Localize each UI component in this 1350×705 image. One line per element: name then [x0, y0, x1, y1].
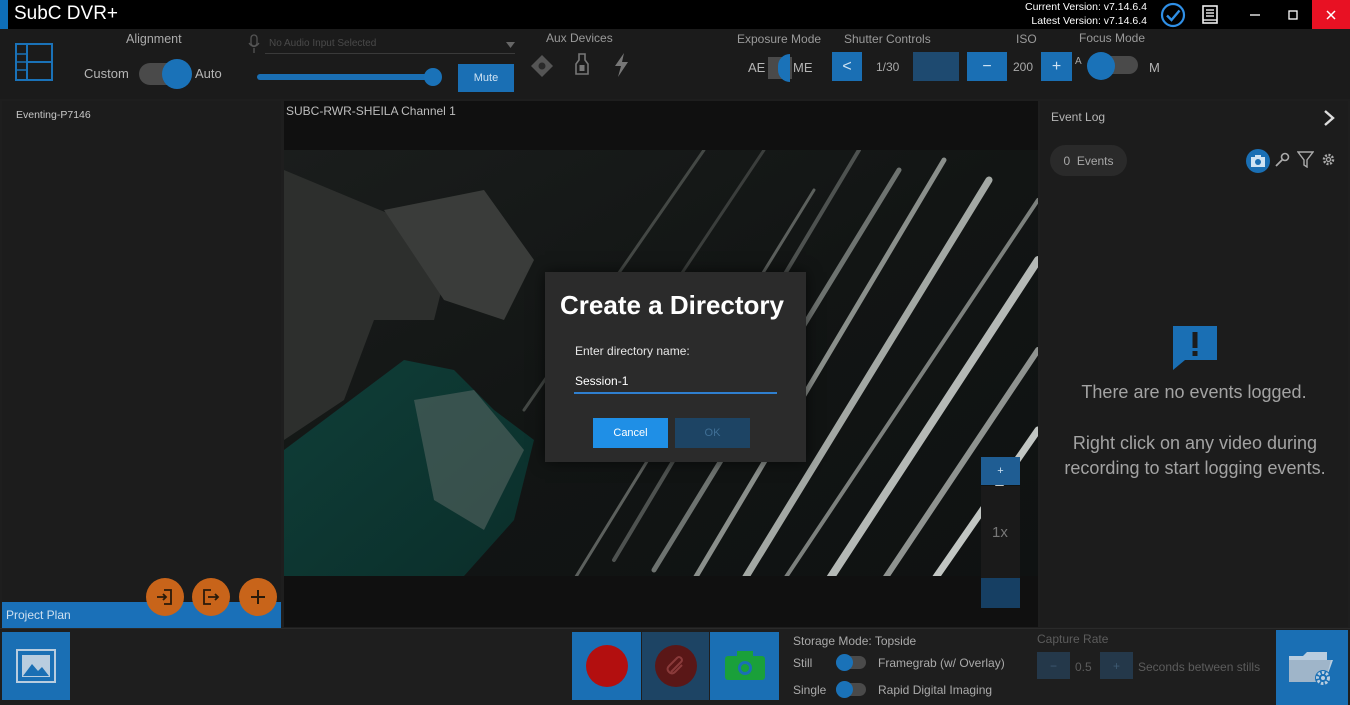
- chevron-right-icon[interactable]: [1322, 110, 1336, 126]
- import-button[interactable]: [146, 578, 184, 616]
- audio-input-placeholder: No Audio Input Selected: [269, 38, 377, 49]
- focus-m-label: M: [1149, 60, 1160, 75]
- search-key-icon[interactable]: [1274, 152, 1290, 168]
- dialog-prompt: Enter directory name:: [575, 344, 690, 358]
- project-plan-label: Project Plan: [6, 608, 71, 622]
- project-panel: [2, 101, 281, 627]
- app-title: SubC DVR+: [14, 3, 119, 24]
- directory-name-input[interactable]: [574, 369, 777, 394]
- no-events-title: There are no events logged.: [1081, 382, 1307, 402]
- single-label: Single: [793, 683, 827, 697]
- iso-minus-button[interactable]: −: [967, 52, 1007, 81]
- layout-panel-icon[interactable]: [14, 42, 54, 82]
- aux-device-diamond-icon[interactable]: [530, 54, 554, 78]
- title-bar: [0, 0, 1350, 29]
- aux-device-flash-icon[interactable]: [612, 52, 630, 78]
- add-button[interactable]: [239, 578, 277, 616]
- events-count-badge: 0 Events: [1050, 145, 1127, 176]
- capture-rate-minus[interactable]: −: [1037, 652, 1070, 679]
- iso-label: ISO: [1016, 32, 1037, 46]
- volume-slider[interactable]: [257, 74, 437, 80]
- exposure-mode-label: Exposure Mode: [737, 32, 822, 46]
- audio-input-select[interactable]: No Audio Input Selected: [265, 36, 515, 54]
- attach-button[interactable]: [642, 632, 709, 700]
- event-log-title: Event Log: [1051, 110, 1106, 124]
- filter-icon[interactable]: [1297, 151, 1314, 168]
- capture-still-button[interactable]: [710, 632, 779, 700]
- paperclip-icon: [654, 645, 697, 687]
- exposure-me-label: ME: [793, 60, 813, 75]
- shutter-prev-button[interactable]: <: [832, 52, 862, 81]
- shutter-controls-label: Shutter Controls: [844, 32, 931, 46]
- alert-icon: [1173, 326, 1217, 370]
- cancel-button[interactable]: Cancel: [593, 418, 668, 448]
- capture-rate-plus[interactable]: +: [1100, 652, 1133, 679]
- capture-rate-label: Capture Rate: [1037, 632, 1109, 646]
- dialog-title: Create a Directory: [560, 290, 784, 320]
- export-button[interactable]: [192, 578, 230, 616]
- iso-value: 200: [1013, 60, 1034, 74]
- zoom-level: 1x: [992, 524, 1008, 541]
- capture-rate-unit: Seconds between stills: [1138, 660, 1261, 674]
- storage-mode: Storage Mode: Topside: [793, 634, 917, 648]
- focus-toggle-knob[interactable]: [1087, 52, 1115, 80]
- alignment-custom-label: Custom: [84, 66, 129, 81]
- alignment-toggle-knob[interactable]: [162, 59, 192, 89]
- folder-gear-icon: [1289, 651, 1333, 686]
- no-events-hint: Right click on any video during recordin…: [1064, 433, 1326, 478]
- ok-button[interactable]: OK: [675, 418, 750, 448]
- camera-icon: [724, 651, 765, 680]
- zoom-out-button[interactable]: [981, 578, 1020, 608]
- aux-devices-label: Aux Devices: [546, 31, 613, 45]
- microphone-icon: [248, 34, 260, 54]
- maximize-button[interactable]: [1270, 0, 1316, 29]
- shutter-value: 1/30: [876, 60, 900, 74]
- project-item[interactable]: Eventing-P7146: [16, 109, 91, 121]
- aux-device-lamp-icon[interactable]: [573, 52, 591, 78]
- title-accent: [0, 0, 8, 29]
- alignment-auto-label: Auto: [195, 66, 222, 81]
- record-button[interactable]: [572, 632, 641, 700]
- shutter-next-button[interactable]: [913, 52, 959, 81]
- still-label: Still: [793, 656, 813, 670]
- iso-plus-button[interactable]: +: [1041, 52, 1072, 81]
- toolbar: [0, 29, 1350, 99]
- plus-icon: [251, 590, 265, 604]
- latest-version: Latest Version: v7.14.6.4: [1031, 15, 1147, 27]
- snapshot-filter-button[interactable]: [1246, 149, 1270, 173]
- exposure-ae-label: AE: [748, 60, 766, 75]
- mute-button[interactable]: Mute: [458, 64, 514, 92]
- import-icon: [157, 589, 172, 605]
- image-gallery-icon: [16, 649, 56, 683]
- manual-book-icon[interactable]: [1200, 4, 1220, 26]
- gear-icon[interactable]: [1321, 152, 1336, 167]
- chevron-down-icon: [506, 42, 515, 48]
- zoom-in-button[interactable]: +: [981, 457, 1020, 485]
- rapid-imaging-label: Rapid Digital Imaging: [878, 683, 993, 697]
- framegrab-toggle-knob[interactable]: [836, 654, 853, 671]
- current-version: Current Version: v7.14.6.4: [1025, 1, 1147, 13]
- record-icon: [585, 645, 628, 687]
- camera-icon: [1251, 155, 1265, 167]
- channel-label: SUBC-RWR-SHEILA Channel 1: [286, 104, 456, 118]
- close-button[interactable]: [1312, 0, 1350, 29]
- folder-settings-button[interactable]: [1276, 630, 1348, 705]
- framegrab-label: Framegrab (w/ Overlay): [878, 656, 1005, 670]
- focus-a-label: A: [1075, 56, 1082, 67]
- update-check-icon[interactable]: [1160, 2, 1186, 28]
- focus-mode-label: Focus Mode: [1079, 31, 1146, 45]
- gallery-button[interactable]: [2, 632, 70, 700]
- capture-rate-value: 0.5: [1075, 660, 1092, 674]
- rapid-imaging-toggle-knob[interactable]: [836, 681, 853, 698]
- export-icon: [203, 589, 220, 605]
- alignment-label: Alignment: [126, 32, 182, 46]
- create-directory-dialog: Create a Directory Enter directory name:…: [545, 272, 806, 462]
